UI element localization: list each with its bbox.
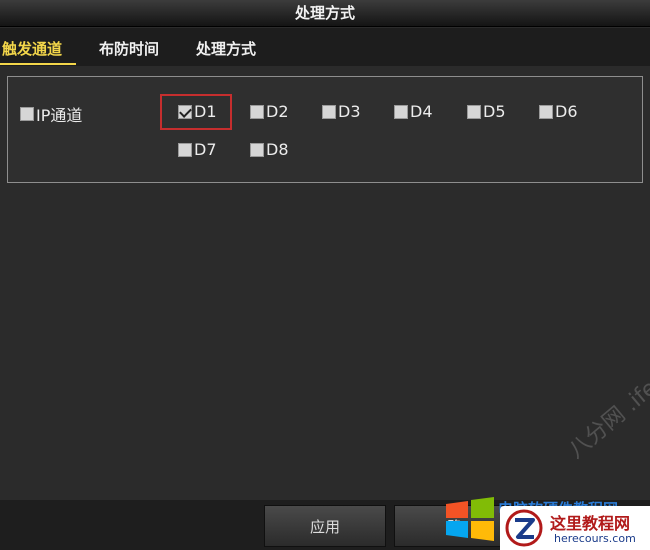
watermark-badge-subtitle: herecours.com (554, 532, 636, 545)
checkbox-box (322, 104, 336, 119)
apply-button[interactable]: 应用 (264, 505, 386, 547)
ip-channel-label: IP通道 (36, 106, 83, 125)
channel-d2-checkbox[interactable]: D2 (250, 102, 289, 121)
channel-d5-checkbox[interactable]: D5 (467, 102, 506, 121)
channel-d7-checkbox[interactable]: D7 (178, 140, 217, 159)
channel-d2-label: D2 (266, 102, 289, 121)
channel-d5-label: D5 (483, 102, 506, 121)
channel-d6-label: D6 (555, 102, 578, 121)
channel-d1-label: D1 (194, 102, 217, 121)
channel-d8-checkbox[interactable]: D8 (250, 140, 289, 159)
channel-d3-label: D3 (338, 102, 361, 121)
channel-d7-label: D7 (194, 140, 217, 159)
checkbox-box (394, 104, 408, 119)
dialog-title: 处理方式 (0, 0, 650, 27)
tab-arming-schedule[interactable]: 布防时间 (99, 38, 159, 59)
watermark-badge: 这里教程网 herecours.com (500, 506, 650, 550)
ip-channel-select-all-checkbox[interactable]: IP通道 (20, 102, 82, 126)
tab-bar: 触发通道 布防时间 处理方式 (0, 28, 650, 66)
checkbox-box (178, 142, 192, 157)
channel-d1-checkbox[interactable]: D1 (178, 102, 217, 121)
channel-d8-label: D8 (266, 140, 289, 159)
channel-d4-label: D4 (410, 102, 433, 121)
check-icon (178, 104, 192, 119)
watermark-badge-title: 这里教程网 (550, 514, 631, 533)
checkbox-box (250, 142, 264, 157)
checkbox-box (250, 104, 264, 119)
checkbox-box (467, 104, 481, 119)
tab-trigger-channel[interactable]: 触发通道 (2, 38, 62, 59)
channel-group-box (7, 76, 643, 183)
checkbox-box (20, 107, 34, 121)
herecours-logo-icon (505, 509, 543, 547)
active-tab-underline (0, 63, 76, 65)
windows-logo-icon (446, 497, 494, 541)
channel-d6-checkbox[interactable]: D6 (539, 102, 578, 121)
tab-linkage-action[interactable]: 处理方式 (196, 38, 256, 59)
channel-d4-checkbox[interactable]: D4 (394, 102, 433, 121)
channel-d3-checkbox[interactable]: D3 (322, 102, 361, 121)
checkbox-box (539, 104, 553, 119)
